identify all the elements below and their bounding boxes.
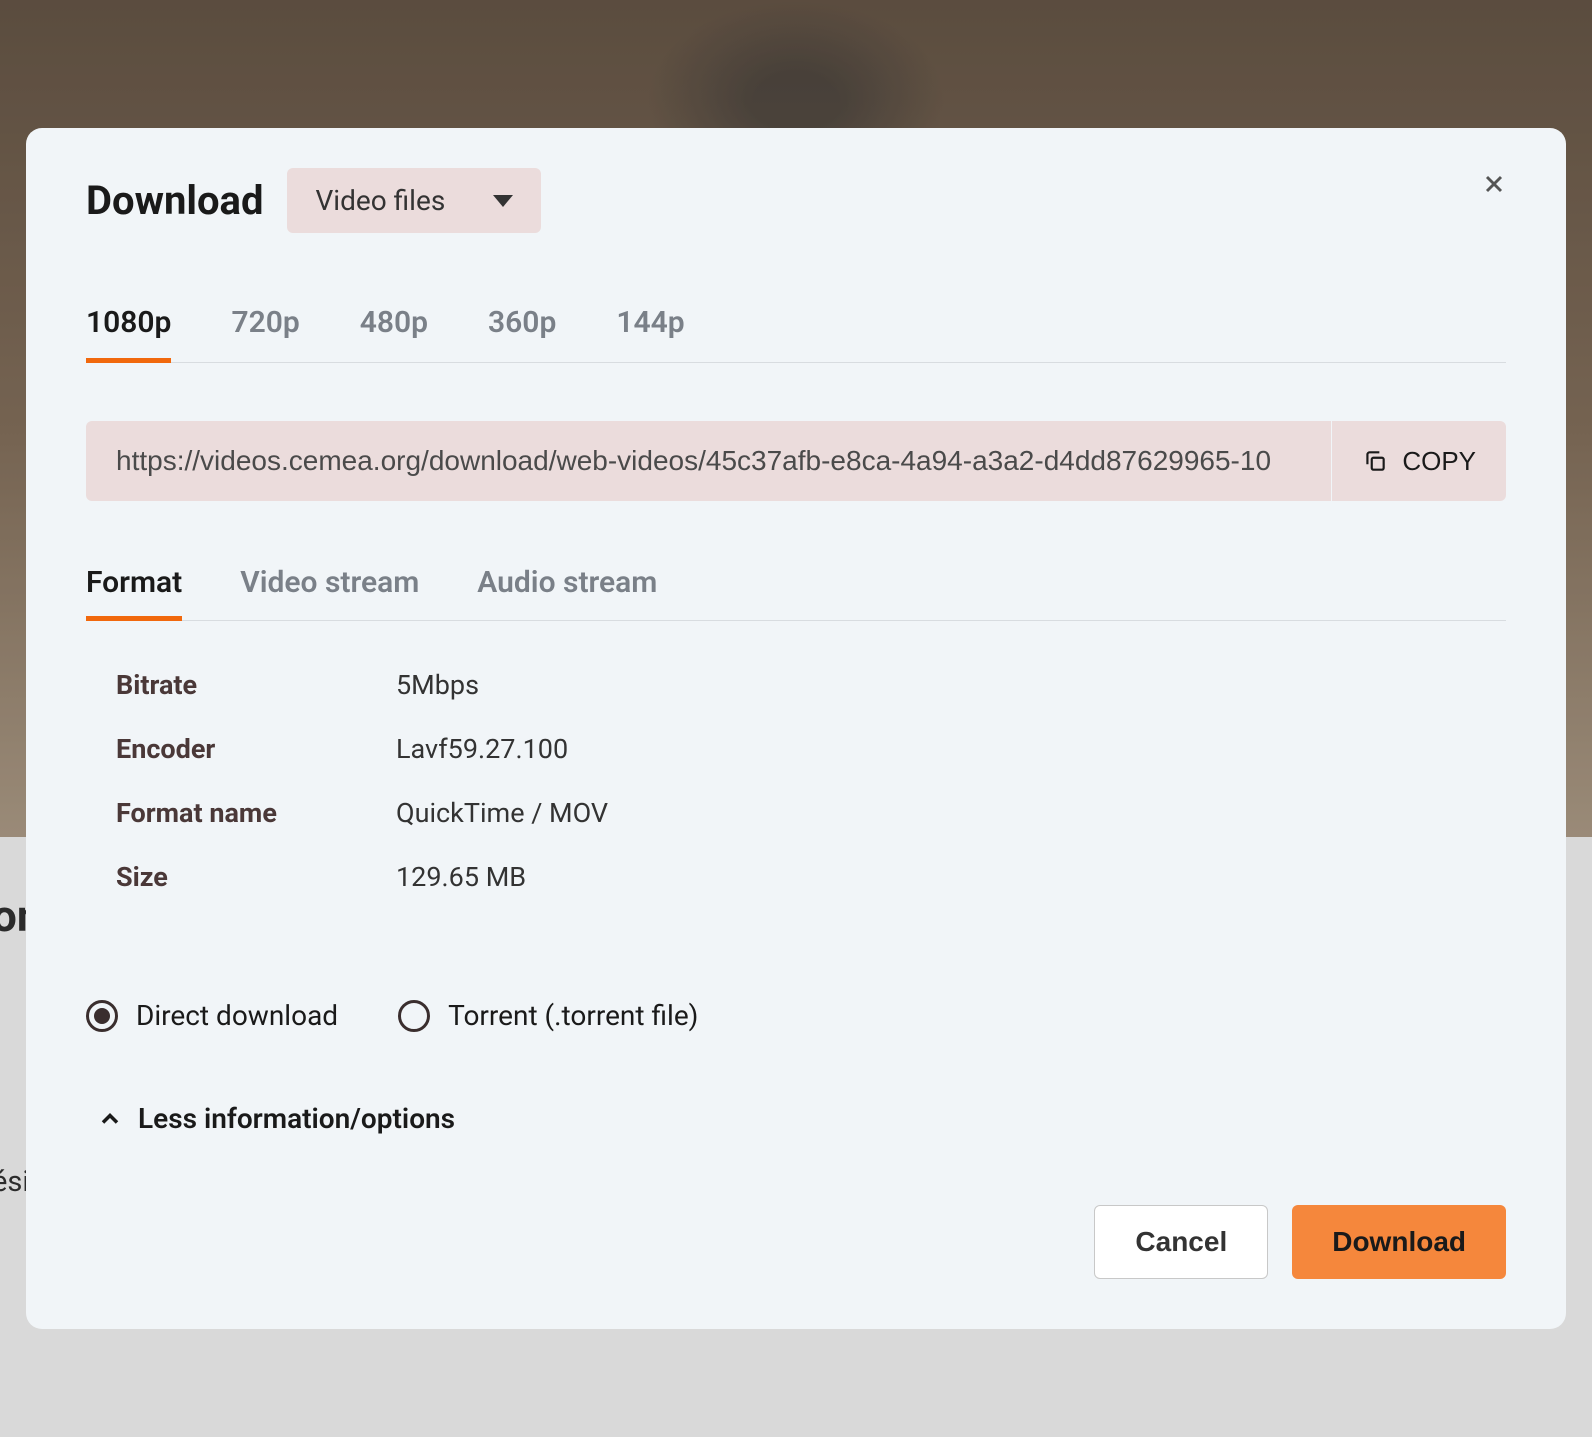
info-row-format-name: Format name QuickTime / MOV bbox=[116, 781, 1506, 845]
download-button[interactable]: Download bbox=[1292, 1205, 1506, 1279]
modal-header: Download Video files bbox=[86, 168, 1506, 233]
info-row-size: Size 129.65 MB bbox=[116, 845, 1506, 909]
tab-1080p[interactable]: 1080p bbox=[86, 305, 171, 363]
radio-icon bbox=[398, 1000, 430, 1032]
copy-icon bbox=[1362, 448, 1388, 474]
download-method-radios: Direct download Torrent (.torrent file) bbox=[86, 999, 1506, 1032]
info-key: Bitrate bbox=[116, 669, 396, 701]
radio-label: Direct download bbox=[136, 999, 338, 1032]
tab-format[interactable]: Format bbox=[86, 565, 182, 621]
download-url-input[interactable] bbox=[86, 421, 1331, 501]
modal-footer: Cancel Download bbox=[86, 1205, 1506, 1279]
tab-144p[interactable]: 144p bbox=[616, 305, 684, 363]
close-icon bbox=[1480, 170, 1508, 198]
format-info-table: Bitrate 5Mbps Encoder Lavf59.27.100 Form… bbox=[86, 653, 1506, 909]
chevron-down-icon bbox=[493, 195, 513, 207]
file-type-dropdown[interactable]: Video files bbox=[287, 168, 541, 233]
tab-480p[interactable]: 480p bbox=[360, 305, 428, 363]
copy-button[interactable]: COPY bbox=[1331, 421, 1506, 501]
toggle-more-info[interactable]: Less information/options bbox=[86, 1102, 455, 1135]
detail-tabs: Format Video stream Audio stream bbox=[86, 565, 1506, 621]
cancel-button[interactable]: Cancel bbox=[1094, 1205, 1268, 1279]
info-row-bitrate: Bitrate 5Mbps bbox=[116, 653, 1506, 717]
info-val: Lavf59.27.100 bbox=[396, 733, 568, 765]
radio-icon bbox=[86, 1000, 118, 1032]
tab-video-stream[interactable]: Video stream bbox=[240, 565, 419, 621]
radio-label: Torrent (.torrent file) bbox=[448, 999, 698, 1032]
tab-720p[interactable]: 720p bbox=[231, 305, 299, 363]
download-modal: Download Video files 1080p 720p 480p 360… bbox=[26, 128, 1566, 1329]
radio-torrent[interactable]: Torrent (.torrent file) bbox=[398, 999, 698, 1032]
radio-direct-download[interactable]: Direct download bbox=[86, 999, 338, 1032]
info-key: Size bbox=[116, 861, 396, 893]
tab-audio-stream[interactable]: Audio stream bbox=[477, 565, 657, 621]
close-button[interactable] bbox=[1470, 160, 1518, 208]
dropdown-selected-label: Video files bbox=[315, 184, 445, 217]
resolution-tabs: 1080p 720p 480p 360p 144p bbox=[86, 305, 1506, 363]
copy-button-label: COPY bbox=[1402, 446, 1476, 477]
info-val: 5Mbps bbox=[396, 669, 479, 701]
info-key: Encoder bbox=[116, 733, 396, 765]
toggle-label: Less information/options bbox=[138, 1102, 455, 1135]
info-val: QuickTime / MOV bbox=[396, 797, 608, 829]
info-val: 129.65 MB bbox=[396, 861, 526, 893]
tab-360p[interactable]: 360p bbox=[488, 305, 556, 363]
url-copy-row: COPY bbox=[86, 421, 1506, 501]
chevron-up-icon bbox=[96, 1105, 124, 1133]
info-key: Format name bbox=[116, 797, 396, 829]
modal-title: Download bbox=[86, 177, 263, 224]
info-row-encoder: Encoder Lavf59.27.100 bbox=[116, 717, 1506, 781]
